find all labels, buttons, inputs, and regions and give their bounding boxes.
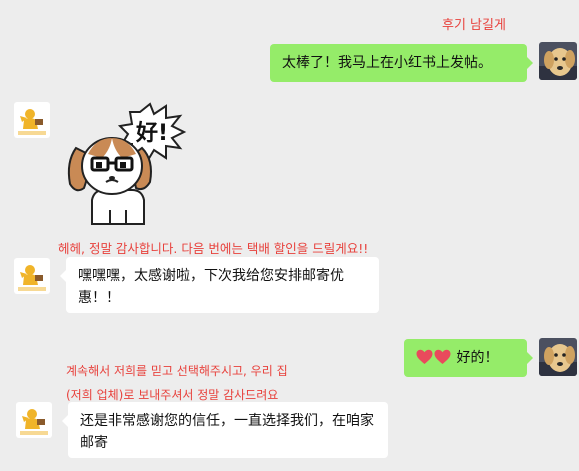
- courier-logo-icon: [16, 402, 52, 438]
- sticker-text: 好!: [135, 120, 168, 146]
- merchant-avatar[interactable]: [14, 258, 50, 294]
- message-text: 好的！: [456, 350, 499, 366]
- message-bubble-outgoing[interactable]: 好的！: [404, 339, 533, 377]
- sticker-message[interactable]: 好!: [62, 102, 202, 232]
- dog-sticker-icon: 好!: [67, 102, 187, 225]
- heart-icon: [434, 349, 451, 372]
- message-bubble-incoming[interactable]: 嘿嘿嘿，太感谢啦，下次我给您安排邮寄优惠！！: [60, 257, 379, 313]
- annotation-thanks-discount: 헤헤, 정말 감사합니다. 다음 번에는 택배 할인을 드릴게요!!: [58, 241, 369, 256]
- message-text: 还是非常感谢您的信任，一直选择我们，在咱家邮寄: [80, 413, 374, 451]
- user-avatar[interactable]: [539, 42, 577, 80]
- annotation-trust-line1: 계속해서 저희를 믿고 선택해주시고, 우리 집: [66, 364, 288, 378]
- courier-logo-icon: [14, 102, 50, 138]
- annotation-review-request: 후기 남길게: [442, 18, 506, 33]
- user-avatar[interactable]: [539, 338, 577, 376]
- merchant-avatar[interactable]: [14, 102, 50, 138]
- merchant-avatar[interactable]: [16, 402, 52, 438]
- message-text: 太棒了！我马上在小红书上发帖。: [282, 55, 492, 71]
- courier-logo-icon: [14, 258, 50, 294]
- dog-photo-icon: [539, 338, 577, 376]
- message-text: 嘿嘿嘿，太感谢啦，下次我给您安排邮寄优惠！！: [78, 268, 344, 306]
- dog-photo-icon: [539, 42, 577, 80]
- message-bubble-incoming[interactable]: 还是非常感谢您的信任，一直选择我们，在咱家邮寄: [62, 402, 388, 458]
- annotation-trust-line2: (저희 업체)로 보내주셔서 정말 감사드려요: [66, 388, 279, 402]
- heart-icon: [416, 349, 433, 372]
- message-bubble-outgoing[interactable]: 太棒了！我马上在小红书上发帖。: [270, 44, 533, 82]
